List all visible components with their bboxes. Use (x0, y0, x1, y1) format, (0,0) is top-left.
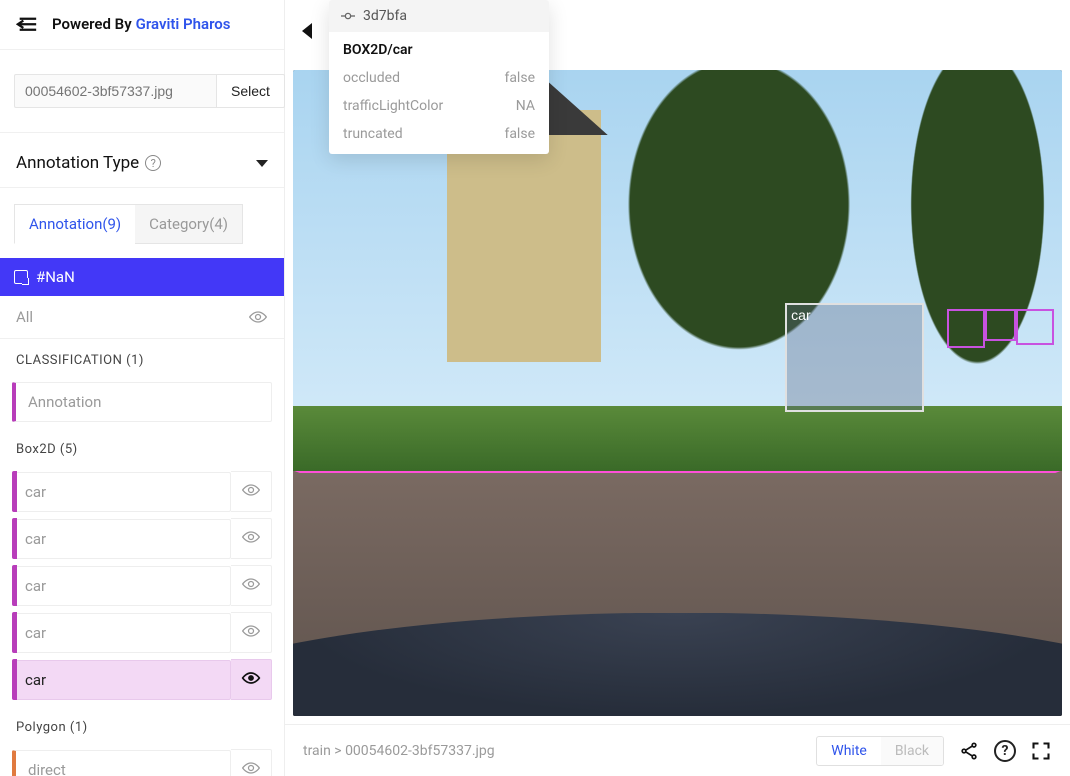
file-selector: Select (0, 50, 284, 133)
visibility-toggle[interactable] (231, 749, 272, 776)
commit-hash: 3d7bfa (363, 8, 407, 24)
bg-black-option[interactable]: Black (881, 737, 943, 765)
section-polygon-title: Polygon (1) (0, 706, 284, 743)
tab-category[interactable]: Category(4) (135, 204, 243, 244)
annotation-type-label: Annotation Type (16, 153, 139, 173)
all-row[interactable]: All (0, 296, 284, 339)
chevron-down-icon (256, 160, 268, 167)
list-item[interactable]: car (12, 612, 272, 653)
bbox-label: car (791, 307, 810, 323)
brand-link[interactable]: Graviti Pharos (136, 15, 231, 33)
scene-image (293, 70, 1062, 716)
section-box2d-title: Box2D (5) (0, 428, 284, 465)
list-item[interactable]: car (12, 518, 272, 559)
image-canvas[interactable]: car (293, 70, 1062, 716)
bounding-box[interactable] (1016, 309, 1054, 345)
footer: train > 00054602-3bf57337.jpg White Blac… (285, 724, 1070, 776)
list-item-label: car (12, 566, 231, 606)
list-item-label: car (12, 519, 231, 559)
list-item-label: car (12, 472, 231, 512)
list-item[interactable]: car (12, 565, 272, 606)
annotation-type-dropdown[interactable]: Annotation Type ? (0, 133, 284, 188)
select-file-button[interactable]: Select (217, 74, 285, 108)
bounding-box-selected[interactable]: car (785, 303, 923, 413)
selected-annotation-label: #NaN (36, 268, 75, 286)
powered-by-label: Powered By (52, 15, 132, 33)
share-icon[interactable] (958, 740, 980, 762)
list-item[interactable]: direct (12, 749, 272, 776)
tabs: Annotation(9) Category(4) (0, 188, 284, 246)
annotation-icon (14, 270, 28, 284)
file-name-input[interactable] (14, 74, 217, 108)
visibility-toggle[interactable] (231, 565, 272, 606)
popover-row: occludedfalse (329, 64, 549, 92)
bounding-box[interactable] (947, 309, 985, 348)
breadcrumb: train > 00054602-3bf57337.jpg (303, 743, 802, 759)
visibility-toggle[interactable] (231, 612, 272, 653)
list-item-selected[interactable]: car (12, 659, 272, 700)
list-item[interactable]: Annotation (12, 382, 272, 422)
list-item-label: car (12, 660, 231, 700)
background-toggle: White Black (816, 736, 944, 766)
help-icon[interactable]: ? (145, 155, 161, 171)
list-item-label: car (12, 613, 231, 653)
main-panel: 3d7bfa BOX2D/car occludedfalse trafficLi… (285, 0, 1070, 776)
list-item[interactable]: car (12, 471, 272, 512)
popover-row: trafficLightColorNA (329, 92, 549, 120)
all-label: All (16, 308, 33, 326)
tab-annotation[interactable]: Annotation(9) (14, 204, 135, 244)
bounding-box[interactable] (985, 309, 1016, 341)
list-item-label: Annotation (12, 382, 272, 422)
visibility-toggle[interactable] (231, 659, 272, 700)
visibility-toggle[interactable] (231, 471, 272, 512)
eye-icon[interactable] (248, 310, 268, 324)
collapse-panel-button[interactable] (285, 14, 329, 48)
bg-white-option[interactable]: White (817, 737, 881, 765)
triangle-left-icon (302, 23, 312, 39)
list-item-label: direct (12, 750, 231, 776)
annotation-list: CLASSIFICATION (1) Annotation Box2D (5) … (0, 339, 284, 776)
popover-row: truncatedfalse (329, 120, 549, 154)
selected-annotation-chip[interactable]: #NaN (0, 258, 284, 296)
help-icon[interactable]: ? (994, 740, 1016, 762)
commit-icon (341, 9, 355, 23)
sidebar-header: Powered By Graviti Pharos (0, 0, 284, 50)
section-classification-title: CLASSIFICATION (1) (0, 339, 284, 376)
annotation-popover: 3d7bfa BOX2D/car occludedfalse trafficLi… (329, 0, 549, 154)
sidebar: Powered By Graviti Pharos Select Annotat… (0, 0, 285, 776)
visibility-toggle[interactable] (231, 518, 272, 559)
fullscreen-icon[interactable] (1030, 740, 1052, 762)
popover-title: BOX2D/car (329, 32, 549, 64)
collapse-sidebar-icon[interactable] (16, 15, 38, 33)
